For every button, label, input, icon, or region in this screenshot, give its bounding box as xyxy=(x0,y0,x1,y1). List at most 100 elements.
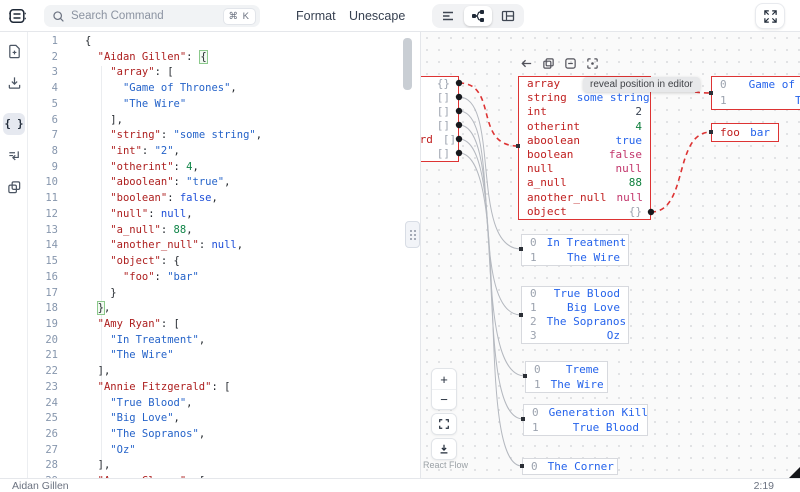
node-row: otherint4 xyxy=(519,120,650,134)
corner-resize-handle[interactable] xyxy=(789,467,800,478)
node-row: nullnull xyxy=(519,162,650,176)
root-object-node[interactable]: Aidan Gillen{}Amy Ryan[]Annie Fitzgerald… xyxy=(420,76,459,162)
align-left-icon xyxy=(441,9,455,23)
code-editor[interactable]: 1{2 "Aidan Gillen": {3 "array": [4 "Game… xyxy=(28,32,420,478)
code-lines: 1{2 "Aidan Gillen": {3 "array": [4 "Game… xyxy=(28,34,420,478)
table-view-button[interactable] xyxy=(494,6,522,26)
code-line: 6 ], xyxy=(28,113,420,129)
node-row: stringsome string xyxy=(519,91,650,105)
collapse-node-button[interactable] xyxy=(562,56,578,71)
node-row: 3Oz xyxy=(522,329,628,343)
code-line: 17 } xyxy=(28,286,420,302)
unescape-button[interactable]: Unescape xyxy=(349,0,405,32)
edge-root-to-anwan xyxy=(459,125,525,376)
arrow-left-icon xyxy=(520,57,533,70)
code-line: 28 ], xyxy=(28,458,420,474)
node-row: 0Generation Kill xyxy=(524,405,647,420)
node-row: Amy Ryan[] xyxy=(420,91,458,105)
format-button[interactable]: Format xyxy=(296,0,336,32)
code-line: 4 "Game of Thrones", xyxy=(28,81,420,97)
node-row: 0In Treatment xyxy=(522,235,628,250)
array-values-node[interactable]: 0Game of Thrones1The Wire xyxy=(711,76,800,110)
fit-view-icon xyxy=(438,418,450,430)
tooltip: reveal position in editor xyxy=(583,77,700,92)
code-line: 18 }, xyxy=(28,301,420,317)
scan-focus-icon xyxy=(586,57,599,70)
braces-icon: { } xyxy=(5,118,24,130)
fit-view-button[interactable] xyxy=(432,414,456,434)
alexander-skarsgard-array-node[interactable]: 0Generation Kill1True Blood xyxy=(523,404,648,436)
text-view-button[interactable] xyxy=(434,6,462,26)
code-line: 3 "array": [ xyxy=(28,65,420,81)
table-icon xyxy=(501,9,515,23)
duplicate-tool-button[interactable] xyxy=(3,176,25,198)
code-line: 20 "In Treatment", xyxy=(28,333,420,349)
download-image-icon xyxy=(438,443,450,455)
zoom-out-button[interactable]: − xyxy=(432,389,456,409)
code-line: 11 "boolean": false, xyxy=(28,191,420,207)
code-line: 21 "The Wire" xyxy=(28,348,420,364)
aidan-gillen-object-node[interactable]: array[]stringsome stringint2otherint4abo… xyxy=(518,76,651,220)
new-document-button[interactable] xyxy=(3,40,25,62)
zoom-controls: + − xyxy=(431,368,457,463)
header: Search Command ⌘ K Format Unescape xyxy=(0,0,800,32)
node-row: booleanfalse xyxy=(519,148,650,162)
edge-root-to-amy xyxy=(459,97,521,249)
node-row: Anwan Glover[] xyxy=(420,119,458,133)
amy-ryan-array-node[interactable]: 0In Treatment1The Wire xyxy=(521,234,629,266)
edge-root-to-clarke xyxy=(459,153,522,466)
code-line: 24 "True Blood", xyxy=(28,396,420,412)
graph-view-button[interactable] xyxy=(464,6,492,26)
edge-root-to-annie xyxy=(459,111,521,315)
search-placeholder: Search Command xyxy=(71,10,224,22)
node-row: 1The Wire xyxy=(712,93,800,109)
search-shortcut-badge: ⌘ K xyxy=(224,9,255,24)
anwan-glover-array-node[interactable]: 0Treme1The Wire xyxy=(525,361,608,393)
code-line: 19 "Amy Ryan": [ xyxy=(28,317,420,333)
app: Search Command ⌘ K Format Unescape xyxy=(0,0,800,492)
zoom-in-button[interactable]: + xyxy=(432,369,456,389)
grip-dots-icon xyxy=(410,230,416,240)
annie-fitzgerald-array-node[interactable]: 0True Blood1Big Love2The Sopranos3Oz xyxy=(521,286,629,344)
download-icon xyxy=(7,75,22,90)
node-row: abooleantrue xyxy=(519,134,650,148)
focus-node-button[interactable] xyxy=(584,56,600,71)
copy-icon xyxy=(542,57,555,70)
node-row: Clarke Peters[] xyxy=(420,147,458,161)
minus-square-icon xyxy=(564,57,577,70)
node-row: Aidan Gillen{} xyxy=(420,77,458,91)
breadcrumb: Aidan Gillen xyxy=(12,480,69,492)
node-row: foobar xyxy=(712,124,778,141)
file-plus-icon xyxy=(7,44,22,59)
code-line: 14 "another_null": null, xyxy=(28,238,420,254)
node-row: 1The Wire xyxy=(522,250,628,265)
node-row: 1True Blood xyxy=(524,420,647,435)
code-line: 10 "aboolean": "true", xyxy=(28,175,420,191)
node-row: 0The Corner xyxy=(523,459,617,474)
copy-node-button[interactable] xyxy=(540,56,556,71)
graph-canvas[interactable]: Aidan Gillen{}Amy Ryan[]Annie Fitzgerald… xyxy=(420,32,800,478)
node-row: another_nullnull xyxy=(519,191,650,205)
app-logo-icon[interactable] xyxy=(7,6,27,26)
fullscreen-button[interactable] xyxy=(755,3,785,29)
json-editor-tool-button[interactable]: { } xyxy=(3,113,25,135)
panel-resize-handle[interactable] xyxy=(405,221,420,248)
clarke-peters-array-node[interactable]: 0The Corner xyxy=(522,458,618,475)
download-button[interactable] xyxy=(3,71,25,93)
cursor-position: 2:19 xyxy=(754,480,774,492)
code-line: 22 ], xyxy=(28,364,420,380)
editor-scrollbar[interactable] xyxy=(403,38,412,90)
back-button[interactable] xyxy=(518,56,534,71)
transform-tool-button[interactable] xyxy=(3,145,25,167)
code-line: 7 "string": "some string", xyxy=(28,128,420,144)
status-bar: Aidan Gillen 2:19 xyxy=(0,478,800,492)
code-line: 23 "Annie Fitzgerald": [ xyxy=(28,380,420,396)
code-line: 13 "a_null": 88, xyxy=(28,223,420,239)
search-icon xyxy=(52,10,65,23)
search-input[interactable]: Search Command ⌘ K xyxy=(44,5,260,27)
code-line: 2 "Aidan Gillen": { xyxy=(28,50,420,66)
code-line: 25 "Big Love", xyxy=(28,411,420,427)
transform-arrow-icon xyxy=(7,149,22,164)
download-image-button[interactable] xyxy=(432,439,456,459)
object-foo-node[interactable]: foobar xyxy=(711,123,779,142)
